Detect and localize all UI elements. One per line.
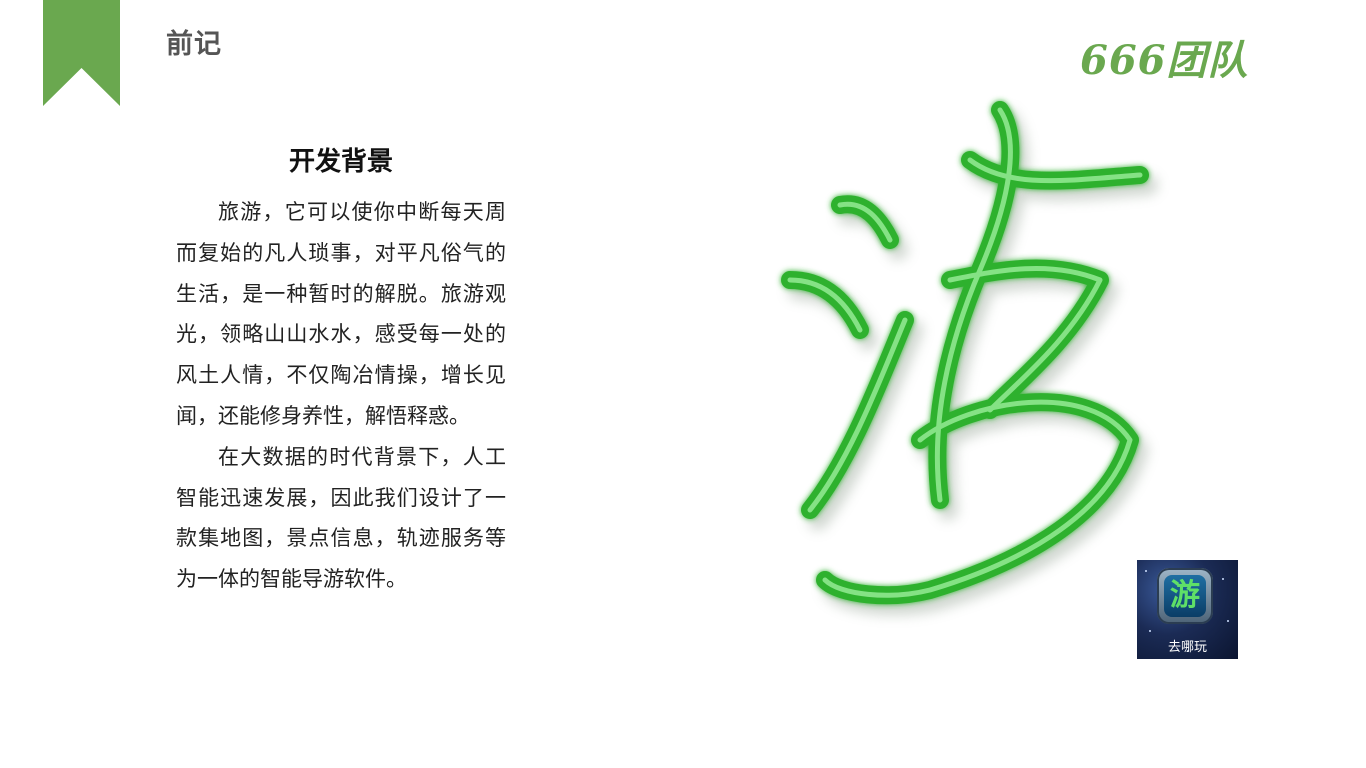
app-badge: 游 bbox=[1157, 568, 1213, 624]
paragraph-1: 旅游，它可以使你中断每天周而复始的凡人琐事，对平凡俗气的生活，是一种暂时的解脱。… bbox=[176, 200, 506, 428]
calligraphy-character-logo bbox=[781, 101, 1158, 616]
star-dot bbox=[1149, 630, 1151, 632]
app-icon: 游 去哪玩 bbox=[1137, 560, 1238, 659]
content-heading: 开发背景 bbox=[288, 147, 393, 177]
app-icon-label: 去哪玩 bbox=[1167, 640, 1207, 655]
team-logo: 666团队 bbox=[1080, 37, 1249, 84]
slide: 前记 666团队 开发背景 旅游，它可以使你中断每天周而复始的凡人琐事，对平凡俗… bbox=[0, 0, 1366, 768]
star-dot bbox=[1222, 578, 1224, 580]
bookmark-ribbon-icon bbox=[43, 0, 120, 106]
content-block: 开发背景 旅游，它可以使你中断每天周而复始的凡人琐事，对平凡俗气的生活，是一种暂… bbox=[176, 142, 506, 600]
paragraph-2: 在大数据的时代背景下，人工智能迅速发展，因此我们设计了一款集地图，景点信息，轨迹… bbox=[176, 444, 506, 592]
star-dot bbox=[1145, 570, 1147, 572]
section-title: 前记 bbox=[166, 29, 222, 60]
app-badge-glyph: 游 bbox=[1164, 575, 1206, 617]
star-dot bbox=[1227, 620, 1229, 622]
